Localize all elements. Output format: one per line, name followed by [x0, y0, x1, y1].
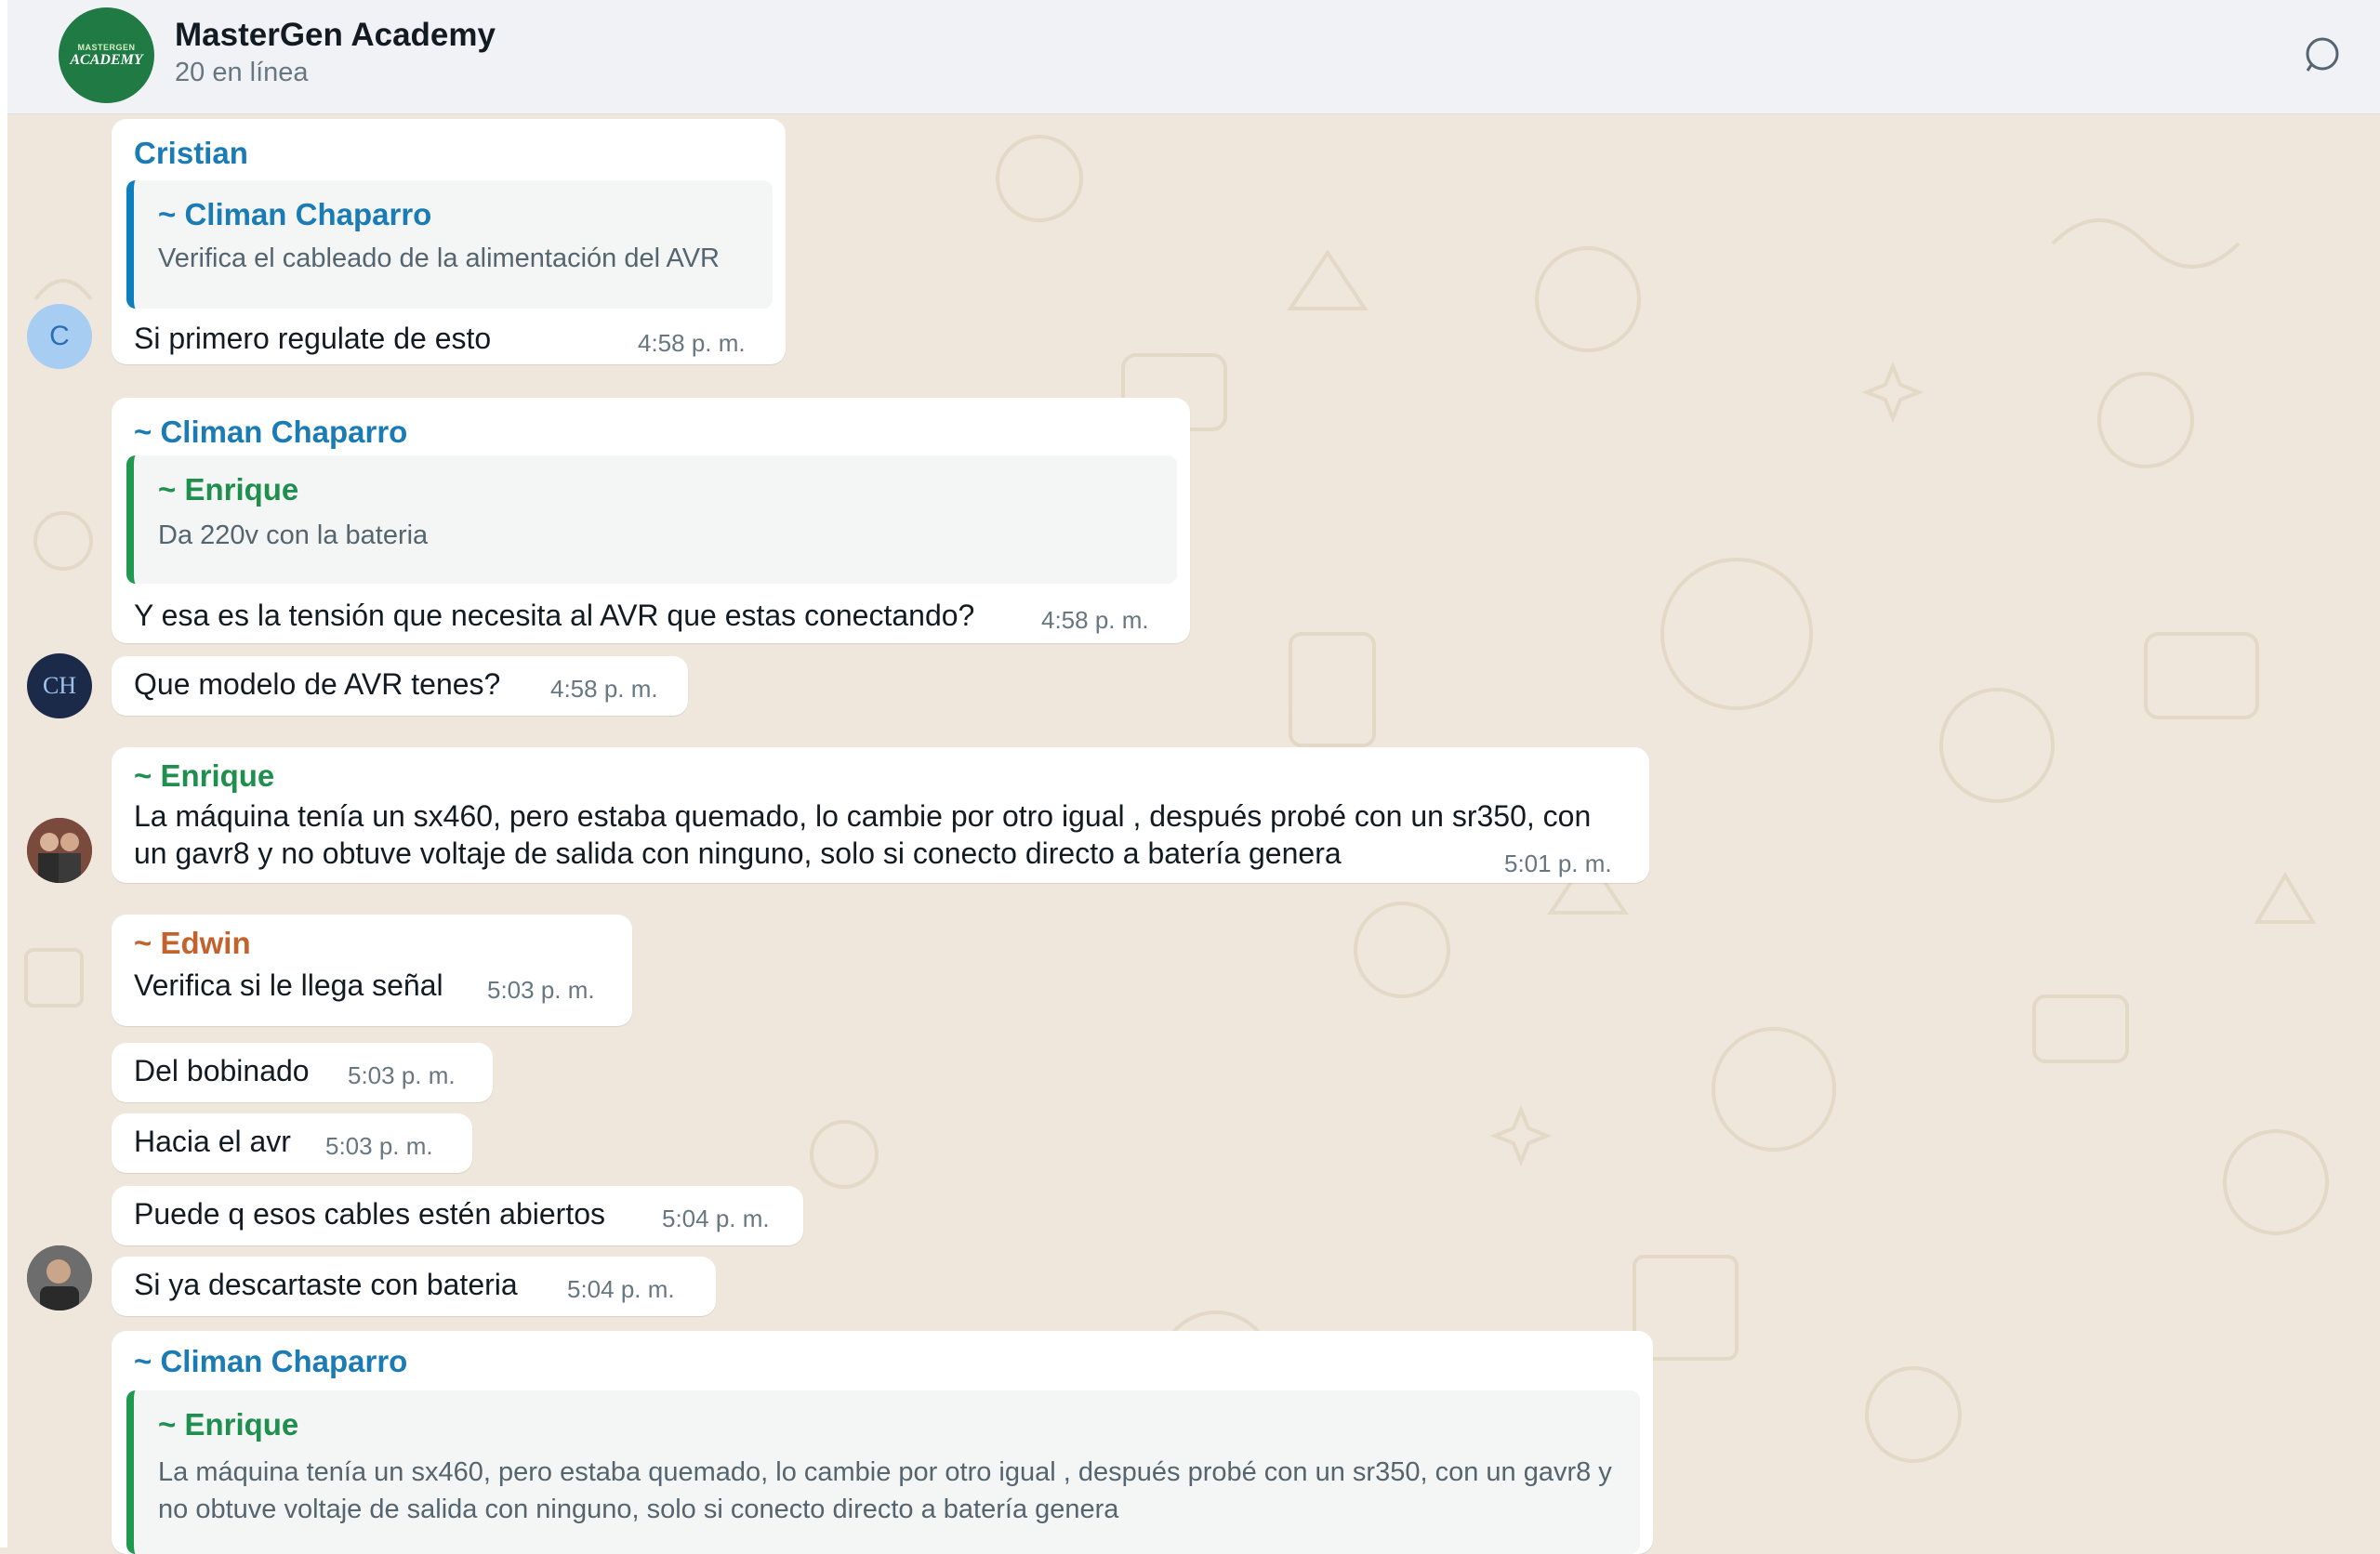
quoted-message[interactable]: ~ Climan Chaparro Verifica el cableado d… [126, 180, 773, 309]
message-text: Hacia el avr [134, 1125, 291, 1158]
message-time: 5:04 p. m. [662, 1205, 770, 1232]
message-bubble[interactable]: Del bobinado 5:03 p. m. [112, 1043, 493, 1102]
window-edge [0, 0, 7, 1547]
message-text: La máquina tenía un sx460, pero estaba q… [134, 799, 1592, 870]
group-title[interactable]: MasterGen Academy [175, 17, 496, 54]
quoted-message[interactable]: ~ Enrique Da 220v con la bateria [126, 455, 1177, 584]
avatar[interactable]: C [27, 304, 92, 369]
chat-header[interactable]: MASTERGEN ACADEMY MasterGen Academy 20 e… [7, 0, 2380, 114]
message-bubble[interactable]: ~ Climan Chaparro ~ Enrique Da 220v con … [112, 398, 1190, 643]
message-time: 4:58 p. m. [550, 675, 658, 703]
message-text: Si primero regulate de esto [134, 322, 492, 355]
sender-name[interactable]: Cristian [134, 136, 248, 171]
sender-name[interactable]: ~ Climan Chaparro [134, 415, 407, 450]
message-text: Que modelo de AVR tenes? [134, 667, 501, 701]
quote-text: Da 220v con la bateria [158, 520, 429, 550]
avatar[interactable]: CH [27, 653, 92, 718]
quote-text: La máquina tenía un sx460, pero estaba q… [158, 1457, 1612, 1524]
message-text: Verifica si le llega señal [134, 968, 443, 1002]
status-circle-icon[interactable] [2304, 35, 2341, 72]
message-text: Puede q esos cables estén abiertos [134, 1197, 605, 1231]
message-text: Si ya descartaste con bateria [134, 1268, 518, 1301]
message-text: Y esa es la tensión que necesita al AVR … [134, 599, 975, 632]
group-avatar[interactable]: MASTERGEN ACADEMY [59, 7, 154, 103]
quote-sender: ~ Enrique [158, 1407, 299, 1442]
message-time: 5:01 p. m. [1504, 849, 1612, 877]
quote-sender: ~ Climan Chaparro [158, 197, 432, 231]
message-time: 5:03 p. m. [348, 1061, 456, 1089]
message-bubble[interactable]: Que modelo de AVR tenes? 4:58 p. m. [112, 656, 688, 716]
message-bubble[interactable]: Hacia el avr 5:03 p. m. [112, 1113, 472, 1173]
sender-name[interactable]: ~ Enrique [134, 758, 274, 794]
online-count: 20 en línea [175, 58, 309, 87]
message-time: 5:03 p. m. [325, 1132, 433, 1160]
message-bubble[interactable]: Si ya descartaste con bateria 5:04 p. m. [112, 1257, 716, 1316]
message-bubble[interactable]: ~ Climan Chaparro ~ Enrique La máquina t… [112, 1331, 1653, 1554]
quote-sender: ~ Enrique [158, 472, 299, 507]
message-text: Del bobinado [134, 1054, 310, 1087]
avatar[interactable] [27, 1245, 92, 1310]
avatar[interactable] [27, 818, 92, 883]
message-time: 5:04 p. m. [567, 1275, 675, 1303]
quoted-message[interactable]: ~ Enrique La máquina tenía un sx460, per… [126, 1390, 1640, 1554]
sender-name[interactable]: ~ Edwin [134, 926, 251, 961]
message-bubble[interactable]: Puede q esos cables estén abiertos 5:04 … [112, 1186, 803, 1245]
sender-name[interactable]: ~ Climan Chaparro [134, 1344, 407, 1379]
message-time: 5:03 p. m. [487, 976, 595, 1004]
message-bubble[interactable]: Cristian ~ Climan Chaparro Verifica el c… [112, 119, 786, 364]
person-photo-icon [27, 1245, 92, 1310]
quote-text: Verifica el cableado de la alimentación … [158, 244, 721, 273]
chat-area[interactable]: Cristian ~ Climan Chaparro Verifica el c… [7, 113, 2380, 1554]
message-bubble[interactable]: ~ Edwin Verifica si le llega señal 5:03 … [112, 915, 632, 1026]
message-bubble[interactable]: ~ Enrique La máquina tenía un sx460, per… [112, 747, 1649, 883]
message-time: 4:58 p. m. [638, 329, 746, 357]
person-photo-icon [27, 818, 92, 883]
message-time: 4:58 p. m. [1041, 606, 1149, 634]
